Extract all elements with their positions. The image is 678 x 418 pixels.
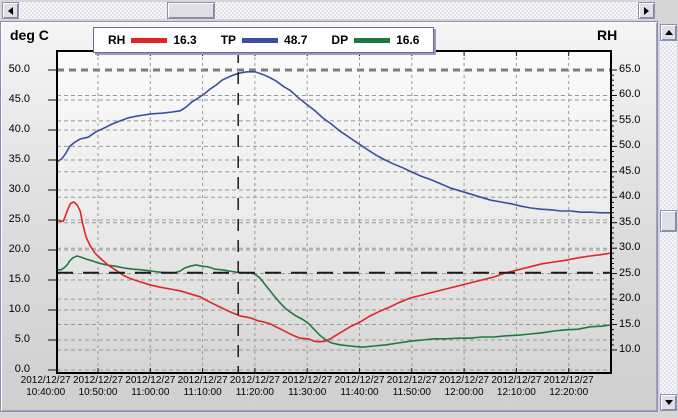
scroll-right-button[interactable]: [638, 2, 655, 19]
plot-area[interactable]: [0, 0, 678, 413]
right-arrow-icon: [644, 7, 649, 15]
up-arrow-icon: [665, 30, 673, 35]
vertical-scrollbar-thumb[interactable]: [660, 210, 677, 232]
legend-series-value: 16.3: [173, 33, 196, 47]
legend-color-swatch: [354, 38, 390, 43]
scroll-up-button[interactable]: [660, 24, 677, 41]
legend-series-name: TP: [221, 33, 236, 47]
legend-series-name: DP: [331, 33, 348, 47]
legend-item-dp: DP 16.6: [331, 33, 419, 47]
legend-color-swatch: [242, 38, 278, 43]
legend-series-value: 48.7: [284, 33, 307, 47]
left-arrow-icon: [8, 7, 13, 15]
scroll-down-button[interactable]: [660, 394, 677, 411]
legend-box: RH 16.3 TP 48.7 DP 16.6: [93, 27, 434, 53]
horizontal-scrollbar[interactable]: [2, 2, 655, 19]
legend-color-swatch: [131, 38, 167, 43]
legend-series-name: RH: [108, 33, 125, 47]
vertical-scrollbar[interactable]: [660, 24, 677, 411]
legend-series-value: 16.6: [396, 33, 419, 47]
scroll-left-button[interactable]: [2, 2, 19, 19]
legend-item-rh: RH 16.3: [108, 33, 197, 47]
legend-item-tp: TP 48.7: [221, 33, 308, 47]
down-arrow-icon: [665, 400, 673, 405]
horizontal-scrollbar-thumb[interactable]: [167, 2, 215, 19]
